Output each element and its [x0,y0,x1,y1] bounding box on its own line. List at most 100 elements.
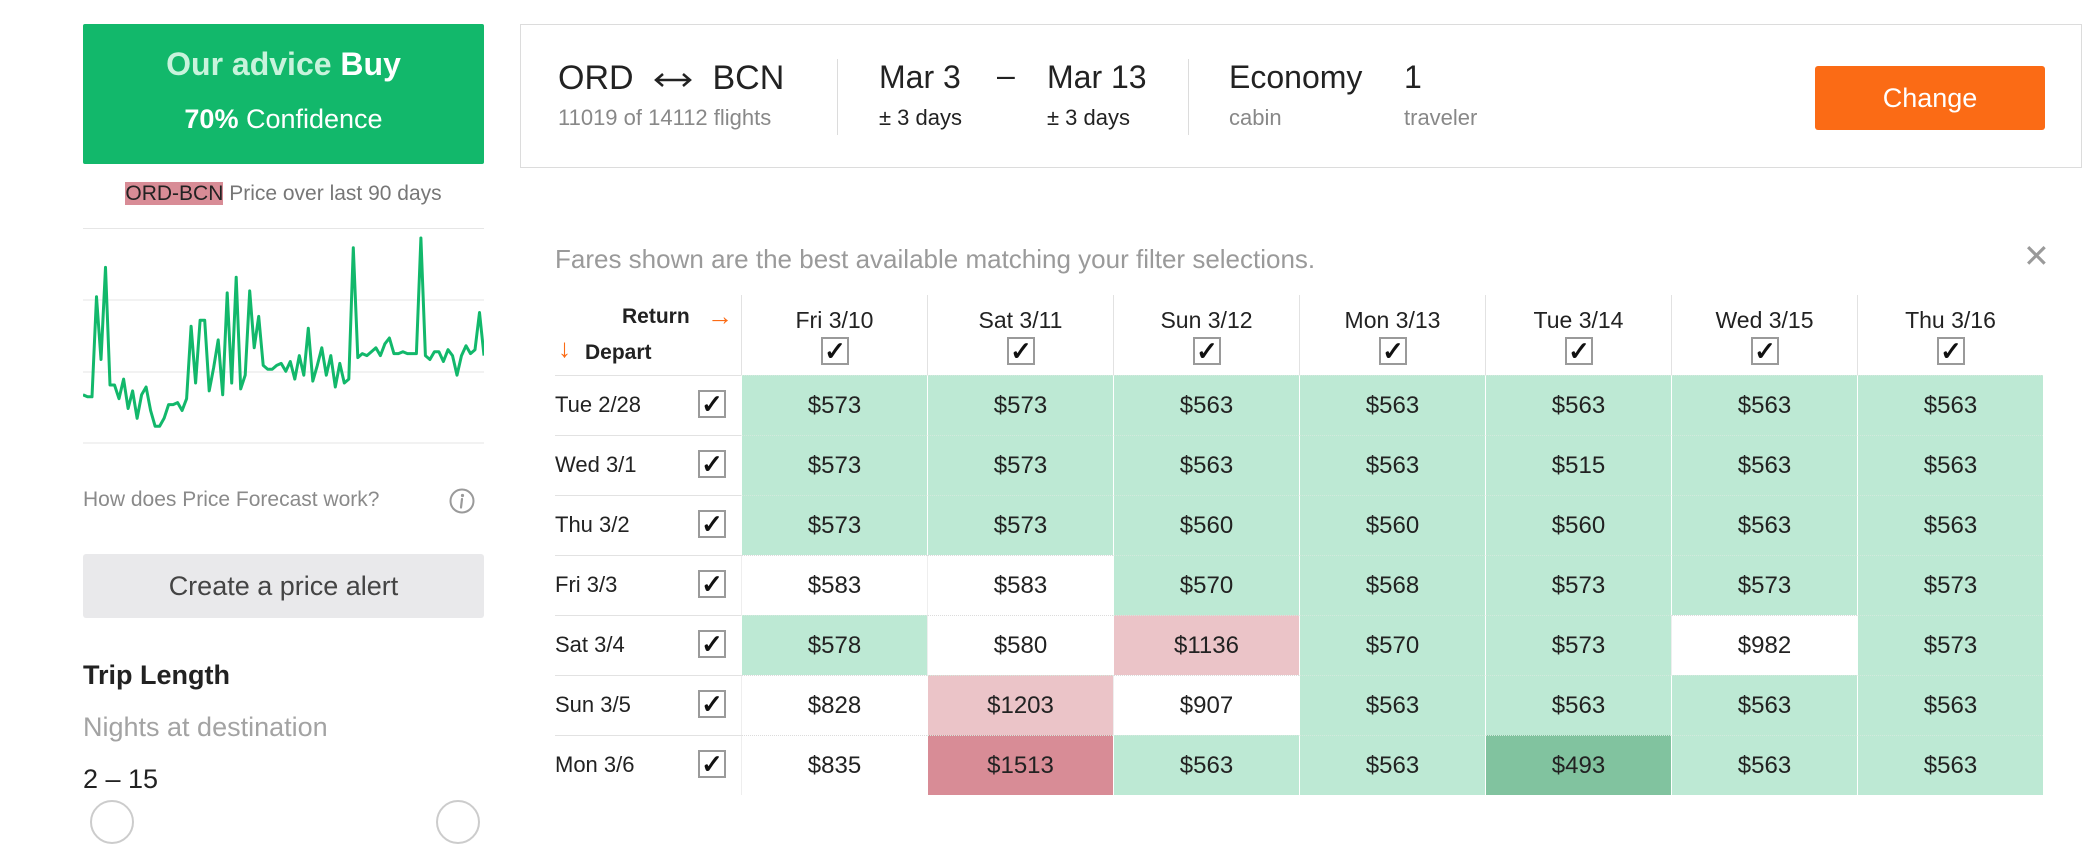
return-date[interactable]: Mar 13 [1047,59,1147,96]
trip-length-subtitle: Nights at destination [83,712,328,742]
return-date-checkbox[interactable]: ✓ [1937,337,1965,365]
depart-date-checkbox[interactable]: ✓ [698,750,726,778]
fare-cell[interactable]: $573 [1485,615,1671,675]
info-icon[interactable] [449,488,475,514]
fare-cell[interactable]: $563 [1299,375,1485,435]
fare-cell[interactable]: $563 [1671,675,1857,735]
fare-cell[interactable]: $563 [1671,735,1857,795]
fare-cell[interactable]: $828 [741,675,927,735]
fare-cell[interactable]: $560 [1113,495,1299,555]
depart-date-label: Sun 3/5 [555,692,631,717]
trip-length-max-handle[interactable] [436,800,480,844]
grid-corner: Return → ↓ Depart [555,295,741,375]
route-display[interactable]: ORD BCN [558,59,784,98]
fare-cell[interactable]: $573 [927,495,1113,555]
depart-date-checkbox[interactable]: ✓ [698,690,726,718]
fare-cell[interactable]: $515 [1485,435,1671,495]
fare-cell[interactable]: $570 [1299,615,1485,675]
fare-cell[interactable]: $560 [1299,495,1485,555]
fare-cell[interactable]: $1513 [927,735,1113,795]
fare-cell[interactable]: $573 [927,375,1113,435]
depart-date-checkbox[interactable]: ✓ [698,630,726,658]
trip-length-min-handle[interactable] [90,800,134,844]
fare-cell[interactable]: $563 [1299,735,1485,795]
fare-cell[interactable]: $563 [1113,375,1299,435]
fare-cell[interactable]: $563 [1485,375,1671,435]
date-dash: – [997,57,1015,93]
fare-cell[interactable]: $573 [741,495,927,555]
fare-cell[interactable]: $563 [1857,435,2043,495]
fare-cell[interactable]: $578 [741,615,927,675]
fare-cell[interactable]: $573 [741,435,927,495]
advice-verdict: Buy [340,46,401,82]
depart-date-checkbox[interactable]: ✓ [698,510,726,538]
fare-cell[interactable]: $563 [1299,435,1485,495]
fare-cell[interactable]: $560 [1485,495,1671,555]
fare-cell[interactable]: $583 [741,555,927,615]
fare-cell[interactable]: $563 [1671,435,1857,495]
fare-cell[interactable]: $982 [1671,615,1857,675]
return-date-column-header: Sun 3/12 ✓ [1113,295,1299,375]
fare-cell[interactable]: $573 [927,435,1113,495]
fare-cell[interactable]: $563 [1857,375,2043,435]
return-date-column-header: Fri 3/10 ✓ [741,295,927,375]
origin-code: ORD [558,59,634,97]
round-trip-icon [654,73,692,87]
depart-date[interactable]: Mar 3 [879,59,961,96]
trip-length-range: 2 – 15 [83,764,159,794]
create-price-alert-button[interactable]: Create a price alert [83,554,484,618]
return-date-label: Mon 3/13 [1344,307,1441,333]
depart-date-label: Sat 3/4 [555,632,625,657]
fare-cell[interactable]: $493 [1485,735,1671,795]
fare-cell[interactable]: $573 [1857,615,2043,675]
cabin-value[interactable]: Economy [1229,59,1362,96]
fare-cell[interactable]: $573 [1485,555,1671,615]
fares-notice: Fares shown are the best available match… [555,244,1316,274]
fare-cell[interactable]: $563 [1113,735,1299,795]
return-date-column-header: Sat 3/11 ✓ [927,295,1113,375]
return-date-checkbox[interactable]: ✓ [1751,337,1779,365]
fare-cell[interactable]: $563 [1485,675,1671,735]
depart-date-checkbox[interactable]: ✓ [698,390,726,418]
confidence-label: Confidence [245,104,383,134]
fare-cell[interactable]: $580 [927,615,1113,675]
divider [1188,59,1189,135]
depart-date-checkbox[interactable]: ✓ [698,450,726,478]
return-date-checkbox[interactable]: ✓ [1565,337,1593,365]
depart-date-checkbox[interactable]: ✓ [698,570,726,598]
fare-cell[interactable]: $563 [1857,675,2043,735]
fare-cell[interactable]: $835 [741,735,927,795]
return-date-checkbox[interactable]: ✓ [1193,337,1221,365]
fare-cell[interactable]: $563 [1857,735,2043,795]
return-date-checkbox[interactable]: ✓ [821,337,849,365]
fare-cell[interactable]: $568 [1299,555,1485,615]
return-date-checkbox[interactable]: ✓ [1379,337,1407,365]
fare-cell[interactable]: $563 [1299,675,1485,735]
fare-cell[interactable]: $583 [927,555,1113,615]
depart-date-row-header: Mon 3/6 ✓ [555,735,741,795]
change-search-button[interactable]: Change [1815,66,2045,130]
depart-date-label: Fri 3/3 [555,572,618,597]
fare-cell[interactable]: $570 [1113,555,1299,615]
return-date-checkbox[interactable]: ✓ [1007,337,1035,365]
fare-cell[interactable]: $1203 [927,675,1113,735]
return-axis-label: Return [622,305,690,328]
fare-cell[interactable]: $573 [741,375,927,435]
fare-cell[interactable]: $907 [1113,675,1299,735]
fare-cell[interactable]: $563 [1857,495,2043,555]
fare-cell[interactable]: $563 [1113,435,1299,495]
advice-headline: Our advice Buy [83,46,484,83]
return-arrow-icon: → [707,301,733,331]
fare-cell[interactable]: $1136 [1113,615,1299,675]
fare-cell[interactable]: $573 [1671,555,1857,615]
price-history-chart [83,228,484,444]
depart-date-row-header: Sat 3/4 ✓ [555,615,741,675]
fare-cell[interactable]: $563 [1671,495,1857,555]
forecast-help-link[interactable]: How does Price Forecast work? [83,488,379,512]
depart-arrow-icon: ↓ [558,333,571,363]
fare-cell[interactable]: $563 [1671,375,1857,435]
fare-cell[interactable]: $573 [1857,555,2043,615]
return-date-label: Tue 3/14 [1533,307,1624,333]
close-icon[interactable]: ✕ [2023,240,2050,272]
travelers-value[interactable]: 1 [1404,59,1422,96]
